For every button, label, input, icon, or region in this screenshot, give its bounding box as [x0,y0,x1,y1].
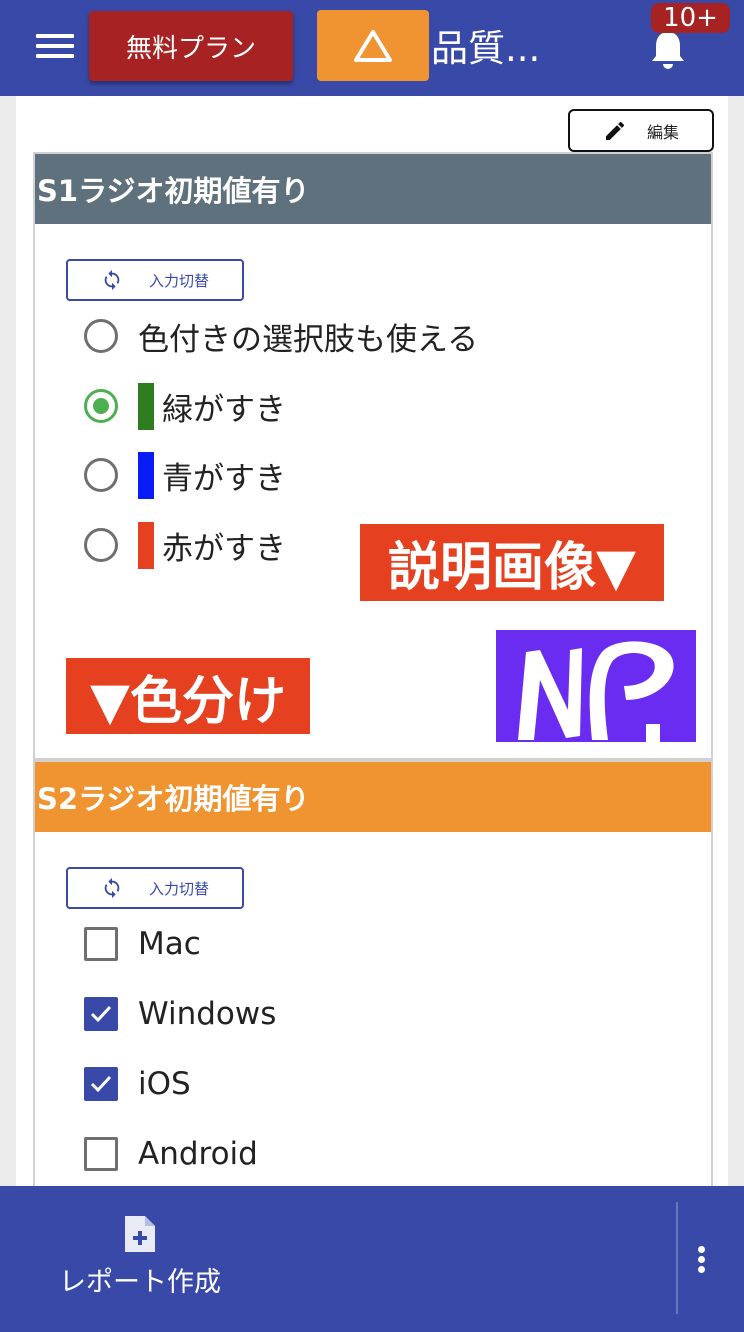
edit-label: 編集 [646,122,679,142]
create-report-button[interactable]: レポート作成 [40,1206,240,1306]
hamburger-menu-icon[interactable] [36,32,74,60]
checkbox-option[interactable]: Android [84,1132,258,1176]
warning-button[interactable] [317,10,429,81]
sync-icon [104,269,120,291]
radio-button[interactable] [84,528,118,562]
option-label: Android [138,1136,258,1172]
page-title: 品質... [431,27,541,70]
checkbox[interactable] [84,1137,118,1171]
input-toggle-button-s1[interactable]: 入力切替 [66,259,244,301]
checkbox-checked[interactable] [84,1067,118,1101]
file-add-icon [125,1216,155,1252]
bottom-action-bar: レポート作成 [0,1186,744,1332]
input-toggle-label: 入力切替 [148,879,209,898]
bottom-divider [676,1202,678,1314]
create-report-label: レポート作成 [59,1267,221,1298]
checkbox-option[interactable]: Windows [84,992,276,1036]
triangle-icon [354,29,392,62]
input-toggle-button-s2[interactable]: 入力切替 [66,867,244,909]
checkbox-checked[interactable] [84,997,118,1031]
option-label: 色付きの選択肢も使える [138,321,479,358]
sync-icon [104,877,120,899]
input-toggle-label: 入力切替 [148,271,209,290]
checkbox-option[interactable]: iOS [84,1062,191,1106]
option-label: Mac [138,926,201,962]
more-vertical-icon[interactable] [692,1238,712,1278]
checkbox[interactable] [84,927,118,961]
radio-option[interactable]: 緑がすき [84,382,286,430]
edit-button[interactable]: 編集 [568,109,714,152]
notification-bell-icon[interactable] [648,28,688,72]
checkbox-option[interactable]: Mac [84,922,201,966]
radio-button[interactable] [84,319,118,353]
color-swatch-blue [138,451,154,499]
pencil-icon [605,121,624,140]
option-label: 青がすき [162,460,286,497]
color-swatch-green [138,382,154,430]
color-split-label: ▼色分け [66,658,310,734]
app-header: 無料プラン 品質... 10+ [0,0,744,96]
option-label: 緑がすき [162,391,286,428]
radio-button-selected[interactable] [84,389,118,423]
np-logo-icon [518,641,674,742]
section-title-s2: S2ラジオ初期値有り [35,762,711,832]
option-label: iOS [138,1066,191,1102]
option-label: 赤がすき [162,530,286,567]
notification-badge: 10+ [651,3,730,33]
radio-option[interactable]: 青がすき [84,451,286,499]
section-title-s1: S1ラジオ初期値有り [35,154,711,224]
radio-button[interactable] [84,458,118,492]
check-icon [90,1005,112,1023]
explain-image-label: 説明画像▼ [360,524,664,601]
free-plan-button[interactable]: 無料プラン [89,11,293,81]
radio-option[interactable]: 赤がすき [84,521,286,569]
option-label: Windows [138,996,277,1032]
check-icon [90,1075,112,1093]
radio-option[interactable]: 色付きの選択肢も使える [84,314,478,358]
logo-image [496,630,696,742]
color-swatch-red [138,521,154,569]
